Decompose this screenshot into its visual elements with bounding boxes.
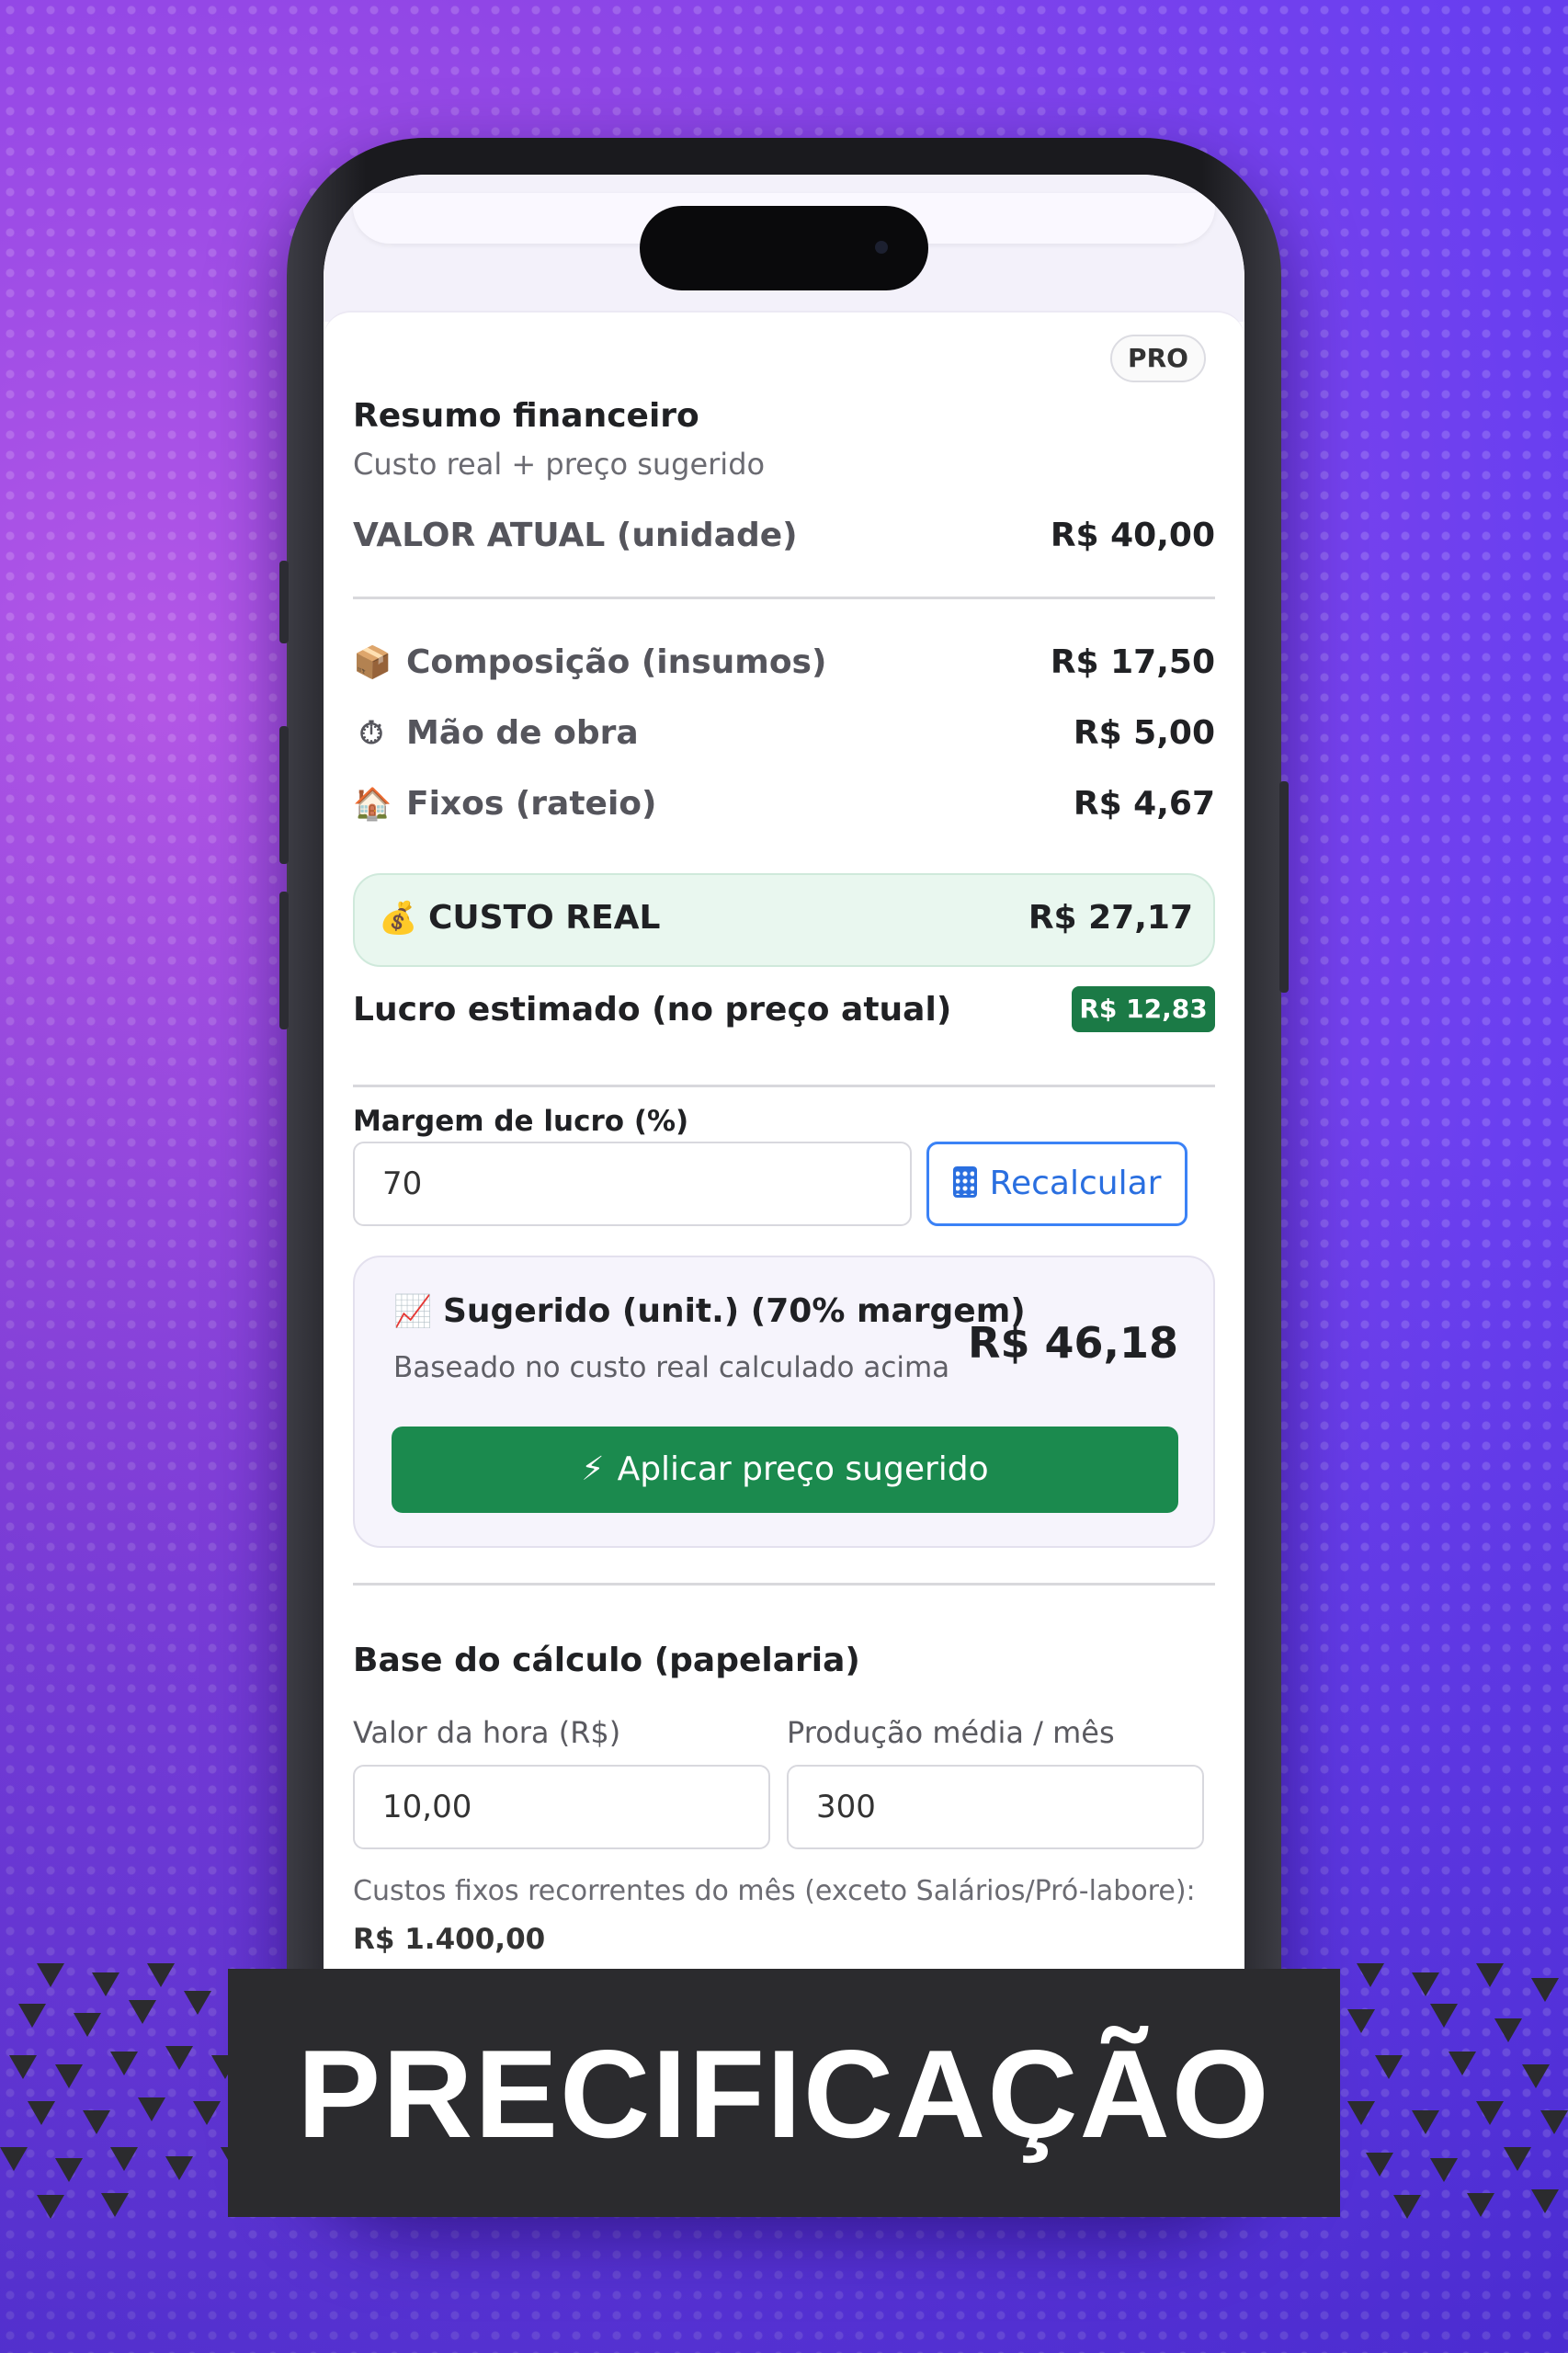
apply-label: Aplicar preço sugerido (617, 1450, 989, 1488)
banner-title: PRECIFICAÇÃO (297, 2024, 1271, 2164)
banner-box: PRECIFICAÇÃO (228, 1969, 1340, 2217)
apply-suggested-price-button[interactable]: ⚡ Aplicar preço sugerido (392, 1427, 1178, 1513)
summary-title: Resumo financeiro (353, 397, 699, 435)
divider (353, 1085, 1215, 1087)
fixed-costs-value: R$ 1.400,00 (353, 1923, 546, 1956)
real-cost-box: 💰 CUSTO REAL R$ 27,17 (353, 873, 1215, 967)
hour-value-input[interactable]: 10,00 (353, 1765, 770, 1849)
estimated-profit-badge: R$ 12,83 (1072, 986, 1215, 1032)
dynamic-island (640, 206, 928, 290)
suggested-title: 📈 Sugerido (unit.) (70% margem) (393, 1292, 1026, 1330)
real-cost-value: R$ 27,17 (1028, 899, 1193, 937)
mute-switch (279, 561, 289, 643)
title-banner: PRECIFICAÇÃO (0, 1963, 1568, 2221)
fixed-costs-description: Custos fixos recorrentes do mês (exceto … (353, 1875, 1196, 1907)
recalculate-label: Recalcular (989, 1165, 1162, 1202)
real-cost-label: 💰 CUSTO REAL (379, 899, 660, 937)
lightning-icon: ⚡ (581, 1450, 605, 1488)
estimated-profit-label: Lucro estimado (no preço atual) (353, 991, 952, 1029)
power-button (1279, 781, 1289, 993)
triangle-pattern-right (1347, 1963, 1568, 2219)
volume-down-button (279, 892, 289, 1029)
money-bag-icon: 💰 (379, 900, 418, 937)
cost-value: R$ 4,67 (1073, 785, 1215, 823)
cost-row-fixed: 🏠 Fixos (rateio) (353, 785, 657, 823)
pro-badge: PRO (1110, 335, 1206, 382)
cost-value: R$ 17,50 (1050, 643, 1215, 681)
cost-row-composition: 📦 Composição (insumos) (353, 643, 826, 681)
chart-up-icon: 📈 (393, 1293, 433, 1330)
hour-value-label: Valor da hora (R$) (353, 1715, 621, 1750)
stopwatch-icon: ⏱ (358, 715, 384, 752)
suggested-subtitle: Baseado no custo real calculado acima (393, 1351, 950, 1384)
margin-label: Margem de lucro (%) (353, 1105, 689, 1138)
current-value: R$ 40,00 (1050, 517, 1215, 554)
package-icon: 📦 (353, 644, 392, 681)
production-input[interactable]: 300 (787, 1765, 1204, 1849)
base-title: Base do cálculo (papelaria) (353, 1642, 860, 1679)
real-cost-text: CUSTO REAL (428, 899, 661, 937)
cost-row-labor: ⏱ Mão de obra (353, 714, 639, 752)
volume-up-button (279, 726, 289, 864)
summary-subtitle: Custo real + preço sugerido (353, 447, 766, 482)
divider (353, 1583, 1215, 1586)
divider (353, 597, 1215, 599)
suggested-price-value: R$ 46,18 (968, 1318, 1178, 1368)
suggested-price-box: 📈 Sugerido (unit.) (70% margem) Baseado n… (353, 1256, 1215, 1548)
house-icon: 🏠 (353, 786, 392, 823)
current-value-label: VALOR ATUAL (unidade) (353, 517, 798, 554)
calculator-icon (952, 1166, 977, 1198)
cost-label: Fixos (rateio) (406, 785, 657, 823)
recalculate-button[interactable]: Recalcular (926, 1142, 1187, 1226)
phone-frame: Resumo financeiro Custo real + preço sug… (279, 138, 1289, 2206)
margin-input[interactable]: 70 (353, 1142, 912, 1226)
cost-value: R$ 5,00 (1073, 714, 1215, 752)
cost-label: Mão de obra (406, 714, 639, 752)
production-label: Produção média / mês (787, 1715, 1115, 1750)
phone-screen: Resumo financeiro Custo real + preço sug… (324, 175, 1244, 2206)
cost-label: Composição (insumos) (406, 643, 827, 681)
suggested-title-text: Sugerido (unit.) (70% margem) (443, 1292, 1026, 1330)
